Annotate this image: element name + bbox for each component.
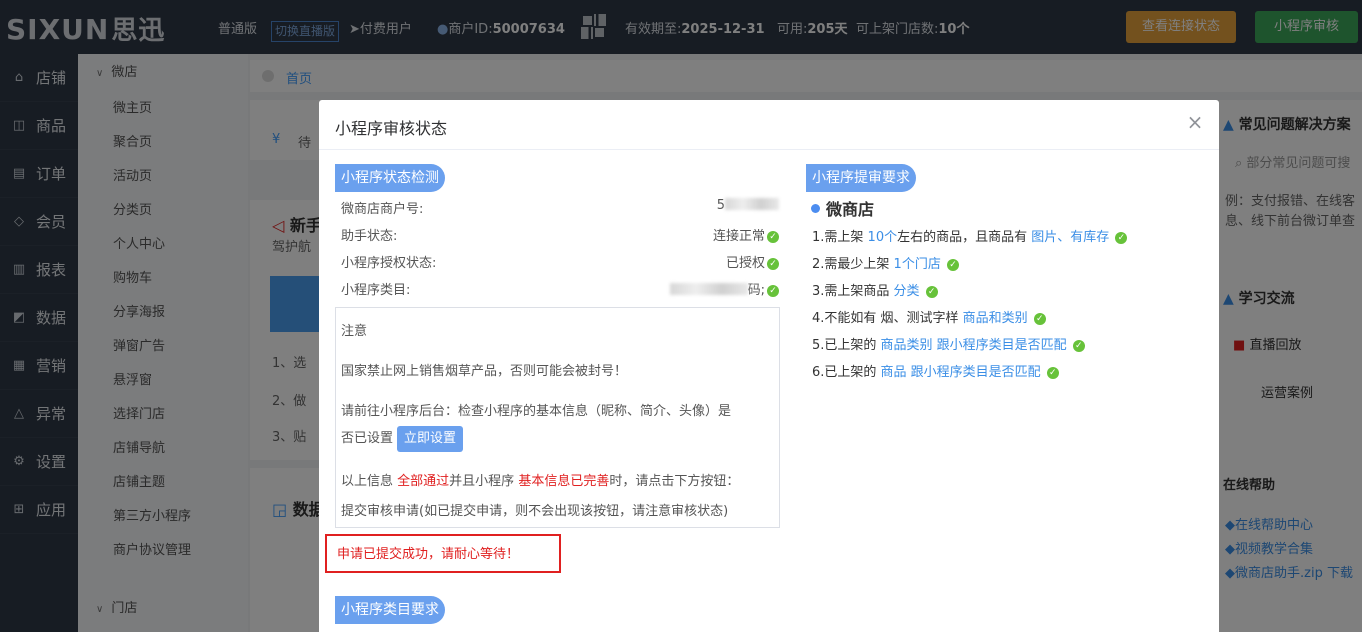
category-value: 码; ✓	[669, 279, 779, 298]
auth-status-value: 已授权 ✓	[726, 252, 779, 271]
requirement-5: 5.已上架的 商品类别 跟小程序类目是否匹配 ✓	[812, 334, 1085, 353]
set-now-button[interactable]: 立即设置	[397, 426, 464, 452]
merchant-no-value: 5	[717, 198, 779, 213]
check-icon: ✓	[767, 258, 779, 270]
check-icon: ✓	[1072, 340, 1085, 352]
check-icon: ✓	[1115, 232, 1128, 244]
notice-check-line2: 否已设置 立即设置	[341, 426, 464, 452]
requirement-link[interactable]: 1个门店	[894, 257, 941, 272]
merchant-no-label: 微商店商户号:	[341, 202, 424, 217]
review-requirements-title: 小程序提审要求	[806, 164, 916, 192]
requirement-link[interactable]: 商品 跟小程序类目是否匹配	[881, 365, 1041, 380]
check-icon: ✓	[925, 286, 938, 298]
requirement-link[interactable]: 分类	[894, 284, 920, 299]
requirement-3: 3.需上架商品 分类 ✓	[812, 280, 938, 299]
requirement-link[interactable]: 商品类别 跟小程序类目是否匹配	[881, 338, 1067, 353]
check-icon: ✓	[767, 231, 779, 243]
requirement-6: 6.已上架的 商品 跟小程序类目是否匹配 ✓	[812, 361, 1059, 380]
requirement-link[interactable]: 10个	[868, 230, 898, 245]
notice-submit-line2: 提交审核申请(如已提交申请，则不会出现该按钮，请注意审核状态)	[341, 504, 729, 519]
notice-submit-line1: 以上信息 全部通过并且小程序 基本信息已完善时，请点击下方按钮：	[341, 474, 740, 489]
auth-status-label: 小程序授权状态:	[341, 256, 437, 271]
modal-header: 小程序审核状态 ×	[319, 100, 1219, 150]
check-icon: ✓	[946, 259, 959, 271]
requirement-link[interactable]: 图片、有库存	[1031, 230, 1109, 245]
requirement-4: 4.不能如有 烟、测试字样 商品和类别 ✓	[812, 307, 1046, 326]
assistant-status-value: 连接正常 ✓	[713, 225, 779, 244]
category-requirements-title: 小程序类目要求	[335, 596, 445, 624]
requirement-1: 1.需上架 10个左右的商品，且商品有 图片、有库存 ✓	[812, 226, 1128, 245]
status-check-title: 小程序状态检测	[335, 164, 445, 192]
success-message: 申请已提交成功，请耐心等待！	[337, 547, 520, 562]
notice-check-line1: 请前往小程序后台：检查小程序的基本信息（昵称、简介、头像）是	[341, 404, 732, 419]
category-label: 小程序类目:	[341, 283, 411, 298]
check-icon: ✓	[767, 285, 779, 297]
modal-title: 小程序审核状态	[335, 119, 448, 138]
success-message-box: 申请已提交成功，请耐心等待！	[325, 534, 561, 573]
assistant-status-label: 助手状态:	[341, 229, 398, 244]
notice-ban: 国家禁止网上销售烟草产品，否则可能会被封号！	[341, 364, 628, 379]
requirement-link[interactable]: 商品和类别	[963, 311, 1028, 326]
review-status-modal: 小程序审核状态 × 小程序状态检测 微商店商户号: 5 助手状态: 连接正常 ✓ …	[319, 100, 1219, 632]
check-icon: ✓	[1046, 367, 1059, 379]
requirement-2: 2.需最少上架 1个门店 ✓	[812, 253, 959, 272]
notice-box: 注意 国家禁止网上销售烟草产品，否则可能会被封号！ 请前往小程序后台：检查小程序…	[335, 307, 780, 528]
store-type: 微商店	[811, 196, 874, 220]
bullet-icon	[811, 204, 820, 213]
close-icon[interactable]: ×	[1185, 112, 1205, 132]
notice-title: 注意	[341, 324, 368, 339]
check-icon: ✓	[1033, 313, 1046, 325]
